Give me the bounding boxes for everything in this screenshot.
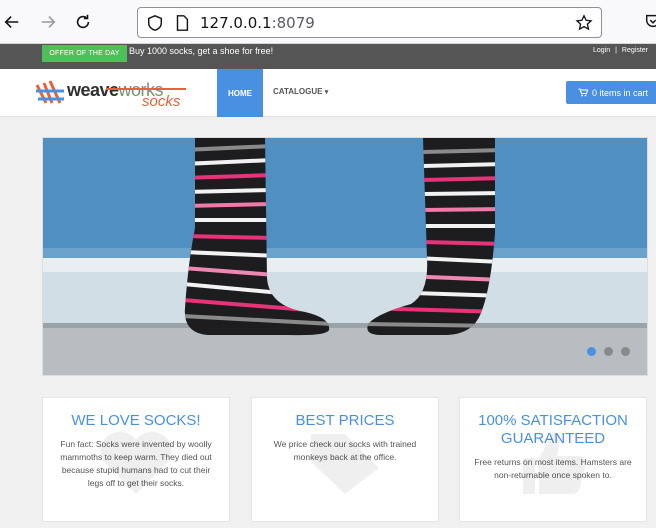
- pocket-icon[interactable]: [644, 12, 656, 30]
- thumbs-up-icon: [523, 432, 586, 494]
- auth-links: Login | Register: [593, 47, 648, 54]
- chevron-down-icon: ▾: [324, 89, 329, 96]
- auth-separator: |: [615, 47, 617, 54]
- hero-carousel[interactable]: [42, 137, 648, 376]
- logo-socks: socks: [142, 93, 181, 110]
- cart-label: 0 items in cart: [592, 87, 649, 98]
- bookmark-star-icon[interactable]: [575, 14, 593, 32]
- feature-box-love-socks: WE LOVE SOCKS! Fun fact: Socks were inve…: [42, 397, 230, 522]
- page-info-icon[interactable]: [173, 14, 191, 32]
- nav-home[interactable]: HOME: [217, 69, 263, 117]
- main-navbar: weaveworks socks HOME CATALOGUE ▾ 0 item…: [0, 69, 656, 117]
- url-port: :8079: [271, 14, 315, 32]
- weaveworks-logo[interactable]: weaveworks socks: [34, 77, 194, 110]
- login-link[interactable]: Login: [593, 47, 610, 54]
- offer-badge[interactable]: OFFER OF THE DAY: [42, 45, 127, 62]
- top-info-bar: OFFER OF THE DAY Buy 1000 socks, get a s…: [0, 44, 656, 69]
- back-arrow-icon: [4, 16, 19, 28]
- forward-arrow-icon: [41, 16, 56, 28]
- nav-catalogue-label: CATALOGUE: [273, 87, 323, 96]
- logo-weave: weave: [67, 80, 119, 100]
- heart-icon: [100, 431, 172, 494]
- browser-toolbar: 127.0.0.1:8079: [0, 0, 656, 44]
- shield-icon[interactable]: [146, 14, 164, 32]
- carousel-indicators: [587, 347, 630, 356]
- back-button[interactable]: [0, 10, 24, 34]
- logo-strike-line: [106, 88, 186, 90]
- cart-button[interactable]: 0 items in cart: [566, 81, 656, 104]
- reload-button[interactable]: [71, 10, 95, 34]
- carousel-dot-2[interactable]: [604, 347, 613, 356]
- nav-catalogue[interactable]: CATALOGUE ▾: [273, 87, 328, 96]
- carousel-dot-1[interactable]: [587, 347, 596, 356]
- carousel-dot-3[interactable]: [621, 347, 630, 356]
- reload-icon: [76, 14, 90, 29]
- cart-icon: [578, 88, 588, 97]
- hero-socks-image: [43, 138, 647, 375]
- register-link[interactable]: Register: [622, 47, 648, 54]
- tag-icon: [311, 434, 379, 494]
- feature-box-best-prices: BEST PRICES We price check our socks wit…: [251, 397, 439, 522]
- address-bar[interactable]: 127.0.0.1:8079: [137, 7, 602, 38]
- offer-text: Buy 1000 socks, get a shoe for free!: [129, 46, 274, 56]
- url-text[interactable]: 127.0.0.1:8079: [200, 14, 315, 32]
- forward-button[interactable]: [36, 10, 60, 34]
- feature-box-satisfaction: 100% SATISFACTION GUARANTEED Free return…: [459, 397, 647, 522]
- url-host: 127.0.0.1: [200, 14, 272, 32]
- weaveworks-logo-icon: [35, 80, 64, 104]
